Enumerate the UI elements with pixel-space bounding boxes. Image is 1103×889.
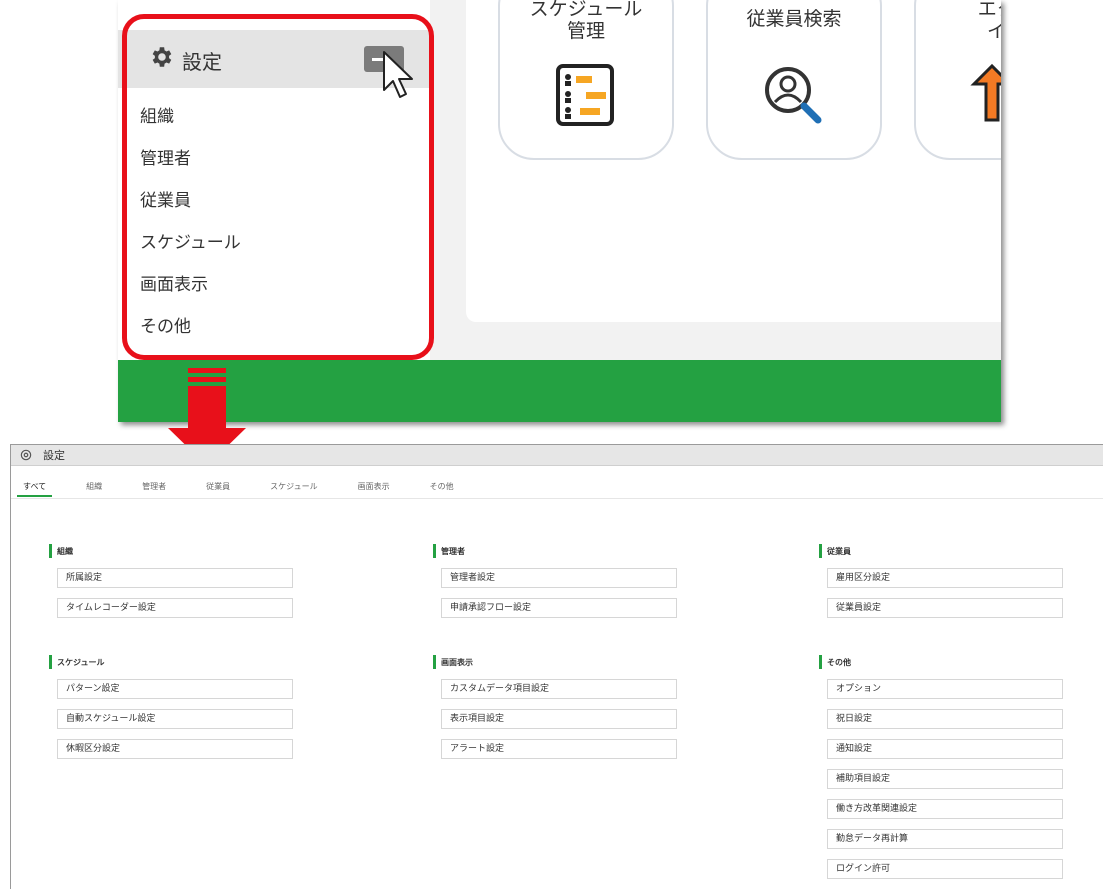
tab-employee[interactable]: 従業員: [200, 477, 236, 497]
schedule-chart-icon: [556, 64, 614, 126]
setting-item[interactable]: ログイン許可: [827, 859, 1063, 879]
setting-item[interactable]: 働き方改革関連設定: [827, 799, 1063, 819]
section-heading: 管理者: [433, 544, 677, 558]
zoom-sidebar: 設定 組織 管理者 従業員 スケジュール 画面表示 その他: [118, 0, 434, 360]
tab-all[interactable]: すべて: [17, 477, 53, 497]
section-display: 画面表示 カスタムデータ項目設定 表示項目設定 アラート設定: [433, 655, 677, 769]
setting-item[interactable]: 雇用区分設定: [827, 568, 1063, 588]
tab-other[interactable]: その他: [424, 477, 460, 497]
section-heading: 組織: [49, 544, 293, 558]
tile-label: スケジュール 管理: [529, 0, 643, 42]
setting-item[interactable]: 勤怠データ再計算: [827, 829, 1063, 849]
section-organization: 組織 所属設定 タイムレコーダー設定: [49, 544, 293, 628]
section-schedule: スケジュール パターン設定 自動スケジュール設定 休暇区分設定: [49, 655, 293, 769]
section-heading: その他: [819, 655, 1063, 669]
settings-page: 設定 すべて 組織 管理者 従業員 スケジュール 画面表示 その他 組織 所属設…: [10, 444, 1103, 889]
section-heading: 従業員: [819, 544, 1063, 558]
tab-divider: [11, 498, 1103, 499]
tab-schedule[interactable]: スケジュール: [264, 477, 323, 497]
tile-export-import[interactable]: エクス イン: [914, 0, 1001, 160]
tile-label: 従業員検索: [746, 8, 842, 30]
tab-organization[interactable]: 組織: [80, 477, 108, 497]
setting-item[interactable]: 所属設定: [57, 568, 293, 588]
section-heading: スケジュール: [49, 655, 293, 669]
page-title: 設定: [43, 449, 65, 462]
setting-item[interactable]: 自動スケジュール設定: [57, 709, 293, 729]
tile-employee-search[interactable]: 従業員検索: [706, 0, 882, 160]
tile-label: エクス イン: [977, 0, 1001, 42]
setting-item[interactable]: 従業員設定: [827, 598, 1063, 618]
setting-item[interactable]: 祝日設定: [827, 709, 1063, 729]
setting-item[interactable]: オプション: [827, 679, 1063, 699]
orange-up-arrow-icon: [970, 63, 1001, 122]
footer-bar: [118, 360, 1001, 422]
section-employee: 従業員 雇用区分設定 従業員設定: [819, 544, 1063, 628]
setting-item[interactable]: 補助項目設定: [827, 769, 1063, 789]
gear-icon: [20, 449, 32, 461]
setting-item[interactable]: 管理者設定: [441, 568, 677, 588]
setting-item[interactable]: 表示項目設定: [441, 709, 677, 729]
setting-item[interactable]: タイムレコーダー設定: [57, 598, 293, 618]
setting-item[interactable]: カスタムデータ項目設定: [441, 679, 677, 699]
setting-item[interactable]: アラート設定: [441, 739, 677, 759]
settings-header: 設定: [11, 445, 1103, 466]
section-heading: 画面表示: [433, 655, 677, 669]
tab-admin[interactable]: 管理者: [136, 477, 172, 497]
settings-tabs: すべて 組織 管理者 従業員 スケジュール 画面表示 その他: [17, 477, 488, 497]
highlight-outline: [122, 14, 434, 360]
zoomed-screenshot: 設定 組織 管理者 従業員 スケジュール 画面表示 その他 スケジュール 管理: [118, 0, 1001, 422]
employee-search-icon: [765, 67, 822, 124]
setting-item[interactable]: 通知設定: [827, 739, 1063, 759]
tile-schedule-management[interactable]: スケジュール 管理: [498, 0, 674, 160]
setting-item[interactable]: 申請承認フロー設定: [441, 598, 677, 618]
setting-item[interactable]: 休暇区分設定: [57, 739, 293, 759]
section-admin: 管理者 管理者設定 申請承認フロー設定: [433, 544, 677, 628]
tab-display[interactable]: 画面表示: [352, 477, 396, 497]
zoom-main-area: スケジュール 管理 従業員検索 エクス イン: [466, 0, 1001, 322]
setting-item[interactable]: パターン設定: [57, 679, 293, 699]
section-other: その他 オプション 祝日設定 通知設定 補助項目設定 働き方改革関連設定 勤怠デ…: [819, 655, 1063, 889]
